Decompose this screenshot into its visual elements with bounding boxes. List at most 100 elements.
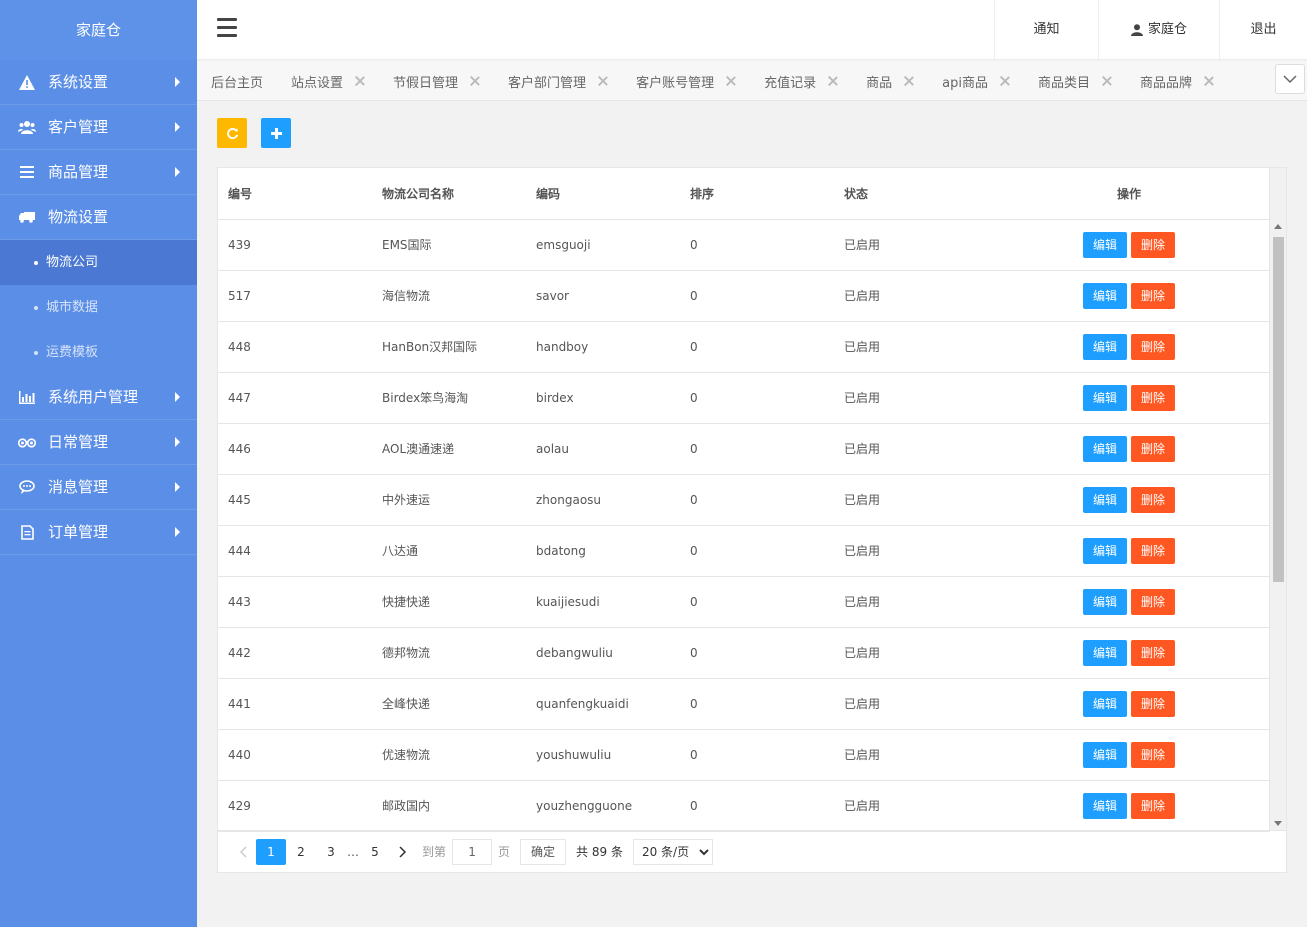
scrollbar-thumb[interactable] <box>1273 237 1284 582</box>
vertical-scrollbar[interactable] <box>1269 168 1286 830</box>
edit-button[interactable]: 编辑 <box>1083 792 1127 819</box>
close-icon[interactable] <box>726 76 736 86</box>
sidebar-item-daily[interactable]: 日常管理 <box>0 420 197 465</box>
cell-status: 已启用 <box>834 270 988 322</box>
hamburger-menu-icon[interactable] <box>217 18 237 40</box>
cell-actions: 编辑 删除 <box>988 525 1270 577</box>
cell-status: 已启用 <box>834 576 988 628</box>
page-3-button[interactable]: 3 <box>316 839 346 865</box>
close-icon[interactable] <box>1102 76 1112 86</box>
page-last-button[interactable]: 5 <box>360 839 390 865</box>
goto-confirm-button[interactable]: 确定 <box>520 838 567 865</box>
header-actions: 通知 家庭仓 退出 <box>994 0 1307 60</box>
delete-button[interactable]: 删除 <box>1131 639 1175 666</box>
close-icon[interactable] <box>904 76 914 86</box>
cell-id: 429 <box>218 780 372 832</box>
cell-actions: 编辑 删除 <box>988 219 1270 271</box>
cell-status: 已启用 <box>834 321 988 373</box>
cell-sort: 0 <box>680 372 834 424</box>
delete-button[interactable]: 删除 <box>1131 435 1175 462</box>
table-row: 440 优速物流 youshuwuliu 0 已启用 编辑 删除 <box>218 729 1270 781</box>
close-icon[interactable] <box>470 76 480 86</box>
tab-product-category[interactable]: 商品类目 <box>1038 72 1112 91</box>
scroll-down-icon[interactable] <box>1274 821 1282 826</box>
page-2-button[interactable]: 2 <box>286 839 316 865</box>
goto-label: 到第 <box>422 845 447 859</box>
refresh-button[interactable] <box>217 118 247 148</box>
chevron-down-icon <box>1283 75 1297 84</box>
edit-button[interactable]: 编辑 <box>1083 384 1127 411</box>
cell-name: 德邦物流 <box>372 627 526 679</box>
sidebar-subitem-city-data[interactable]: 城市数据 <box>0 285 197 330</box>
sidebar-item-system-settings[interactable]: 系统设置 <box>0 60 197 105</box>
sidebar-item-system-users[interactable]: 系统用户管理 <box>0 375 197 420</box>
sidebar-item-messages[interactable]: 消息管理 <box>0 465 197 510</box>
tab-product[interactable]: 商品 <box>866 72 914 91</box>
delete-button[interactable]: 删除 <box>1131 333 1175 360</box>
close-icon[interactable] <box>598 76 608 86</box>
edit-button[interactable]: 编辑 <box>1083 741 1127 768</box>
sidebar-subitem-shipping-template[interactable]: 运费模板 <box>0 330 197 375</box>
edit-button[interactable]: 编辑 <box>1083 639 1127 666</box>
sidebar-subitem-logistics-company[interactable]: 物流公司 <box>0 240 197 285</box>
prev-page-button[interactable] <box>230 839 256 865</box>
edit-button[interactable]: 编辑 <box>1083 435 1127 462</box>
delete-button[interactable]: 删除 <box>1131 792 1175 819</box>
tab-dropdown-button[interactable] <box>1275 64 1305 94</box>
edit-button[interactable]: 编辑 <box>1083 486 1127 513</box>
edit-button[interactable]: 编辑 <box>1083 537 1127 564</box>
edit-button[interactable]: 编辑 <box>1083 333 1127 360</box>
tab-customer-dept[interactable]: 客户部门管理 <box>508 72 608 91</box>
sidebar-item-products[interactable]: 商品管理 <box>0 150 197 195</box>
cell-code: birdex <box>526 372 680 424</box>
tab-product-brand[interactable]: 商品品牌 <box>1140 72 1214 91</box>
scroll-up-icon[interactable] <box>1274 224 1282 229</box>
document-icon <box>18 523 36 541</box>
close-icon[interactable] <box>1000 76 1010 86</box>
edit-button[interactable]: 编辑 <box>1083 588 1127 615</box>
logout-link[interactable]: 退出 <box>1219 0 1307 60</box>
pagination: 1 2 3 … 5 到第 页 确定 共 89 条 20 条/页 <box>218 830 1286 872</box>
delete-button[interactable]: 删除 <box>1131 741 1175 768</box>
edit-button[interactable]: 编辑 <box>1083 690 1127 717</box>
user-icon <box>1130 24 1143 36</box>
cell-sort: 0 <box>680 270 834 322</box>
sidebar-item-customers[interactable]: 客户管理 <box>0 105 197 150</box>
page-size-select[interactable]: 20 条/页 <box>632 838 713 865</box>
notify-link[interactable]: 通知 <box>994 0 1098 60</box>
edit-button[interactable]: 编辑 <box>1083 282 1127 309</box>
delete-button[interactable]: 删除 <box>1131 690 1175 717</box>
sidebar-subitem-label: 城市数据 <box>46 300 99 315</box>
delete-button[interactable]: 删除 <box>1131 231 1175 258</box>
chat-icon <box>18 478 36 496</box>
goto-page-input[interactable] <box>452 838 493 865</box>
cell-status: 已启用 <box>834 423 988 475</box>
delete-button[interactable]: 删除 <box>1131 384 1175 411</box>
tab-label: 站点设置 <box>291 75 344 91</box>
sidebar-item-orders[interactable]: 订单管理 <box>0 510 197 555</box>
table-row: 439 EMS国际 emsguoji 0 已启用 编辑 删除 <box>218 219 1270 271</box>
add-button[interactable] <box>261 118 291 148</box>
tab-api-product[interactable]: api商品 <box>942 72 1010 91</box>
user-menu[interactable]: 家庭仓 <box>1098 0 1219 60</box>
sidebar-item-logistics[interactable]: 物流设置 <box>0 195 197 240</box>
table-row: 444 八达通 bdatong 0 已启用 编辑 删除 <box>218 525 1270 577</box>
close-icon[interactable] <box>355 76 365 86</box>
page-1-button[interactable]: 1 <box>256 838 286 865</box>
edit-button[interactable]: 编辑 <box>1083 231 1127 258</box>
cell-status: 已启用 <box>834 678 988 730</box>
tab-home[interactable]: 后台主页 <box>211 72 263 91</box>
next-page-button[interactable] <box>390 839 416 865</box>
tab-label: 充值记录 <box>764 75 817 91</box>
tab-label: 商品类目 <box>1037 75 1090 91</box>
tab-customer-account[interactable]: 客户账号管理 <box>636 72 736 91</box>
delete-button[interactable]: 删除 <box>1131 282 1175 309</box>
close-icon[interactable] <box>828 76 838 86</box>
delete-button[interactable]: 删除 <box>1131 537 1175 564</box>
delete-button[interactable]: 删除 <box>1131 486 1175 513</box>
tab-holiday[interactable]: 节假日管理 <box>393 72 480 91</box>
tab-site-settings[interactable]: 站点设置 <box>291 72 365 91</box>
tab-recharge[interactable]: 充值记录 <box>764 72 838 91</box>
delete-button[interactable]: 删除 <box>1131 588 1175 615</box>
close-icon[interactable] <box>1204 76 1214 86</box>
